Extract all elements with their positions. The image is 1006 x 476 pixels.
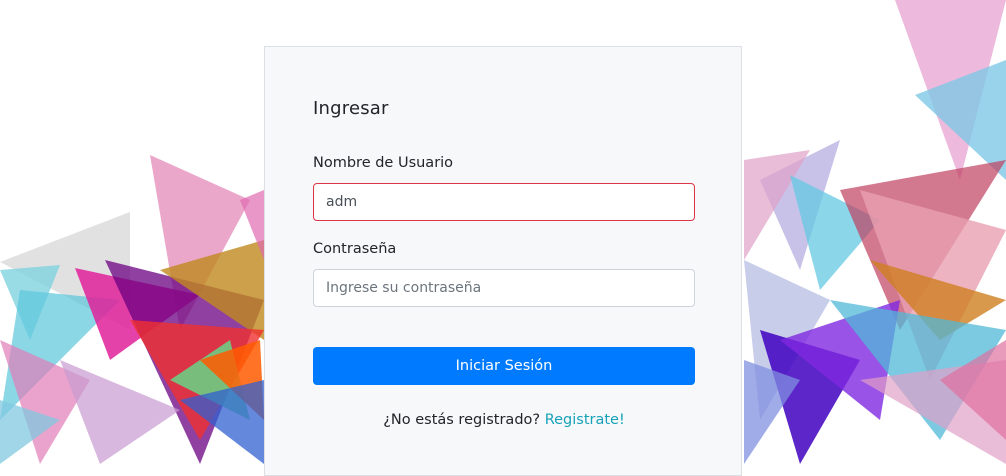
password-label: Contraseña — [313, 241, 397, 257]
login-title: Ingresar — [313, 98, 389, 119]
login-card: Ingresar Nombre de Usuario Contraseña In… — [264, 46, 742, 476]
register-link[interactable]: Registrate! — [545, 412, 625, 428]
register-prompt: ¿No estás registrado? — [383, 412, 541, 428]
login-button[interactable]: Iniciar Sesión — [313, 347, 695, 385]
password-input[interactable] — [313, 269, 695, 307]
username-label: Nombre de Usuario — [313, 155, 454, 171]
register-prompt-row: ¿No estás registrado? Registrate! — [265, 412, 743, 428]
username-input[interactable] — [313, 183, 695, 221]
